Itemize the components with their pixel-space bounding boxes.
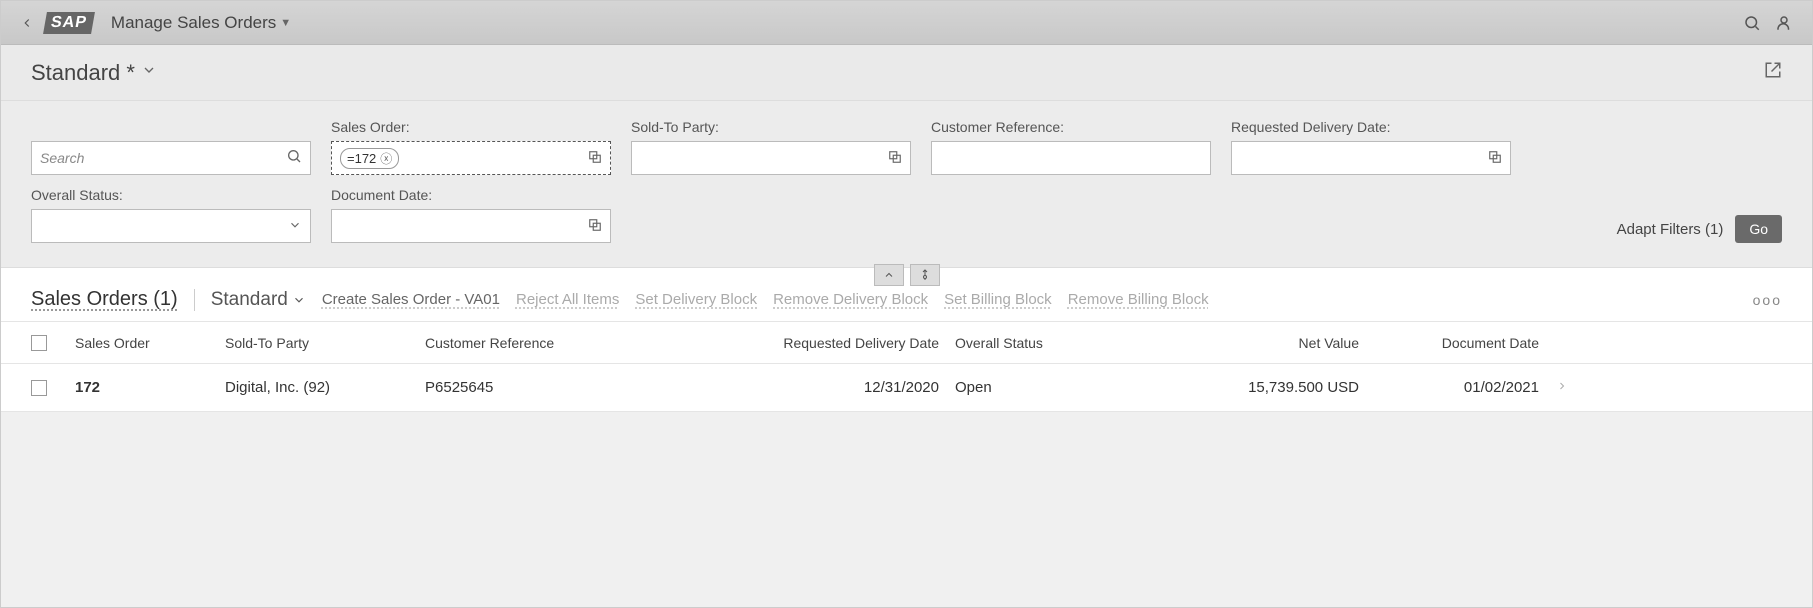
cell-sold-to: Digital, Inc. (92) — [217, 379, 417, 396]
pin-filters-button[interactable] — [910, 264, 940, 286]
back-button[interactable] — [13, 9, 41, 37]
remove-billing-block-action[interactable]: Remove Billing Block — [1068, 291, 1209, 308]
app-title-text: Manage Sales Orders — [111, 13, 276, 33]
token-remove-icon[interactable]: ⓧ — [380, 150, 392, 167]
table-header-row: Sales Order Sold-To Party Customer Refer… — [1, 322, 1812, 364]
filter-label-sales-order: Sales Order: — [331, 119, 611, 135]
col-header-req-deliv-date[interactable]: Requested Delivery Date — [717, 335, 947, 351]
overflow-menu-button[interactable]: ooo — [1753, 292, 1782, 308]
filter-token[interactable]: =172 ⓧ — [340, 148, 399, 169]
variant-selector[interactable]: Standard * — [31, 60, 157, 86]
filter-label-document-date: Document Date: — [331, 187, 611, 203]
search-icon[interactable] — [280, 148, 302, 169]
select-all-checkbox[interactable] — [31, 335, 47, 351]
go-button[interactable]: Go — [1735, 215, 1782, 243]
col-header-customer-ref[interactable]: Customer Reference — [417, 335, 717, 351]
filter-label-sold-to: Sold-To Party: — [631, 119, 911, 135]
customer-ref-filter[interactable] — [931, 141, 1211, 175]
col-header-document-date[interactable]: Document Date — [1367, 335, 1547, 351]
col-header-overall-status[interactable]: Overall Status — [947, 335, 1167, 351]
filter-bar: Sales Order: =172 ⓧ Sold-To Party: — [1, 101, 1812, 268]
filter-label-req-deliv-date: Requested Delivery Date: — [1231, 119, 1511, 135]
sold-to-filter[interactable] — [631, 141, 911, 175]
value-help-icon[interactable] — [582, 218, 602, 235]
filter-token-text: =172 — [347, 151, 376, 166]
table-variant-selector[interactable]: Standard — [194, 289, 306, 311]
cell-document-date: 01/02/2021 — [1367, 379, 1547, 396]
row-checkbox[interactable] — [31, 380, 47, 396]
cell-sales-order: 172 — [67, 379, 217, 396]
filter-label-overall-status: Overall Status: — [31, 187, 311, 203]
table-title: Sales Orders (1) — [31, 288, 178, 311]
customer-ref-input[interactable] — [940, 150, 1202, 166]
reject-all-items-action[interactable]: Reject All Items — [516, 291, 619, 308]
overall-status-input[interactable] — [40, 218, 282, 234]
variant-title-text: Standard * — [31, 60, 135, 86]
set-delivery-block-action[interactable]: Set Delivery Block — [635, 291, 757, 308]
filter-label-customer-ref: Customer Reference: — [931, 119, 1211, 135]
app-title-dropdown[interactable]: Manage Sales Orders ▼ — [111, 13, 291, 33]
row-navigate-icon[interactable] — [1547, 379, 1577, 396]
adapt-filters-button[interactable]: Adapt Filters (1) — [1617, 221, 1724, 238]
collapse-filters-button[interactable] — [874, 264, 904, 286]
chevron-down-icon: ▼ — [280, 17, 291, 29]
document-date-filter[interactable] — [331, 209, 611, 243]
overall-status-filter[interactable] — [31, 209, 311, 243]
set-billing-block-action[interactable]: Set Billing Block — [944, 291, 1052, 308]
cell-customer-ref: P6525645 — [417, 379, 717, 396]
user-profile-button[interactable] — [1768, 7, 1800, 39]
col-header-net-value[interactable]: Net Value — [1167, 335, 1367, 351]
chevron-down-icon[interactable] — [282, 218, 302, 235]
remove-delivery-block-action[interactable]: Remove Delivery Block — [773, 291, 928, 308]
cell-net-value: 15,739.500 USD — [1167, 379, 1367, 396]
shell-search-button[interactable] — [1736, 7, 1768, 39]
app-root: SAP Manage Sales Orders ▼ Standard * — [0, 0, 1813, 608]
sales-order-filter[interactable]: =172 ⓧ — [331, 141, 611, 175]
req-deliv-date-input[interactable] — [1240, 150, 1482, 166]
sap-logo-text: SAP — [43, 12, 95, 34]
variant-header: Standard * — [1, 45, 1812, 101]
table-variant-text: Standard — [211, 289, 288, 311]
create-sales-order-action[interactable]: Create Sales Order - VA01 — [322, 291, 500, 308]
sap-logo: SAP — [45, 12, 93, 34]
value-help-icon[interactable] — [882, 150, 902, 167]
value-help-icon[interactable] — [1482, 150, 1502, 167]
sales-order-input[interactable] — [403, 150, 492, 166]
req-deliv-date-filter[interactable] — [1231, 141, 1511, 175]
document-date-input[interactable] — [340, 218, 582, 234]
col-header-sales-order[interactable]: Sales Order — [67, 335, 217, 351]
sold-to-input[interactable] — [640, 150, 882, 166]
cell-overall-status: Open — [947, 379, 1167, 396]
sales-orders-table: Sales Order Sold-To Party Customer Refer… — [1, 322, 1812, 412]
table-row[interactable]: 172 Digital, Inc. (92) P6525645 12/31/20… — [1, 364, 1812, 412]
chevron-down-icon — [141, 62, 157, 83]
search-input[interactable] — [40, 150, 280, 166]
cell-req-deliv-date: 12/31/2020 — [717, 379, 947, 396]
share-button[interactable] — [1764, 61, 1782, 84]
shell-header: SAP Manage Sales Orders ▼ — [1, 1, 1812, 45]
search-field[interactable] — [31, 141, 311, 175]
value-help-icon[interactable] — [582, 150, 602, 167]
col-header-sold-to[interactable]: Sold-To Party — [217, 335, 417, 351]
